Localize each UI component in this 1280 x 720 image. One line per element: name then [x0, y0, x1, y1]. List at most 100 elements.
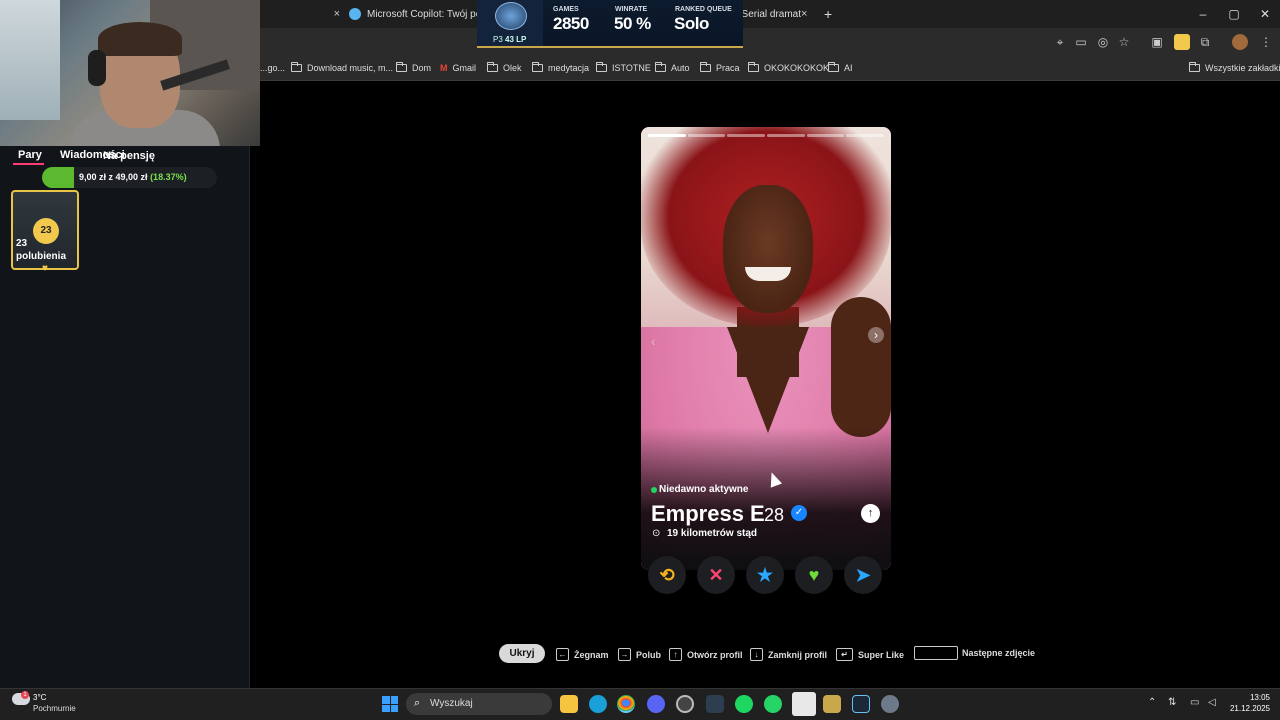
- bookmark-item[interactable]: OKOKOKOKOK: [748, 60, 829, 76]
- menu-dots-icon[interactable]: ⋮: [1258, 34, 1274, 50]
- bookmark-item[interactable]: medytacja: [532, 60, 589, 76]
- windows-start-icon[interactable]: [382, 696, 398, 712]
- extension-yellow-icon[interactable]: [1174, 34, 1190, 50]
- games-label: GAMES: [553, 6, 579, 13]
- photo-indicator-segment[interactable]: [846, 134, 884, 137]
- chevron-up-icon[interactable]: ⌃: [1148, 697, 1156, 708]
- clock-time[interactable]: 13:05: [1246, 693, 1270, 702]
- close-window-button[interactable]: ✕: [1250, 4, 1280, 24]
- like-button[interactable]: ♥: [795, 556, 833, 594]
- webcam-hair: [98, 22, 182, 56]
- hint-open-label: Otwórz profil: [687, 649, 743, 660]
- queue-label: RANKED QUEUE: [675, 6, 732, 13]
- taskbar-search[interactable]: [406, 693, 552, 715]
- tab-copilot[interactable]: Microsoft Copilot: Twój pomocnik AI: [349, 3, 477, 25]
- tab-close-serial[interactable]: ×: [801, 3, 813, 25]
- file-explorer-icon[interactable]: [560, 695, 578, 713]
- tab-close-icon[interactable]: ×: [334, 8, 340, 20]
- tab-current[interactable]: ×: [260, 3, 340, 25]
- rank-lp: P3 43 LP: [493, 35, 527, 44]
- obs-icon[interactable]: [676, 695, 694, 713]
- bookmark-item[interactable]: ISTOTNE: [596, 60, 651, 76]
- photo-indicator-segment[interactable]: [687, 134, 726, 137]
- folder-icon: [700, 62, 711, 72]
- network-icon[interactable]: ⇅: [1168, 697, 1176, 708]
- bookmark-label: ISTOTNE: [612, 63, 651, 73]
- extension-icon[interactable]: ▣: [1149, 34, 1165, 50]
- tab-serial[interactable]: Reckless - Serial dramat: [743, 3, 801, 25]
- location-icon[interactable]: ⌖: [1052, 34, 1068, 50]
- photo-gradient: [641, 427, 891, 570]
- profile-avatar-icon[interactable]: [1232, 34, 1248, 50]
- plus-icon[interactable]: +: [824, 6, 832, 22]
- bookmark-item[interactable]: Praca: [700, 60, 740, 76]
- bookmark-item[interactable]: AI: [828, 60, 853, 76]
- nope-button[interactable]: ✕: [697, 556, 735, 594]
- super-like-button[interactable]: ★: [746, 556, 784, 594]
- bookmark-label: Auto: [671, 63, 690, 73]
- hint-super-like-label: Super Like: [858, 649, 905, 660]
- whatsapp-icon[interactable]: [764, 695, 782, 713]
- editor-icon[interactable]: [706, 695, 724, 713]
- bookmark-item[interactable]: ...go...: [260, 60, 285, 76]
- verified-badge-icon: ✓: [791, 505, 807, 521]
- puzzle-icon[interactable]: ⧉: [1197, 34, 1213, 50]
- folder-icon: [532, 62, 543, 72]
- new-tab-button[interactable]: +: [824, 3, 836, 25]
- activity-status: Niedawno aktywne: [659, 484, 749, 495]
- photo-indicator-segment[interactable]: [806, 134, 845, 137]
- donation-progress-fill: [42, 167, 74, 188]
- tinder-app-icon[interactable]: [792, 692, 816, 716]
- boost-button[interactable]: ➤: [844, 556, 882, 594]
- bookmark-item[interactable]: M Gmail: [440, 60, 476, 76]
- tab-pairs[interactable]: Pary: [18, 149, 42, 161]
- headset-icon: [88, 50, 106, 86]
- settings-gear-icon[interactable]: [881, 695, 899, 713]
- hide-button[interactable]: Ukryj: [499, 644, 545, 663]
- photo-indicator-segment[interactable]: [648, 134, 686, 137]
- eye-off-icon[interactable]: ◎: [1095, 34, 1111, 50]
- tab-title: Microsoft Copilot: Twój pomocnik AI: [367, 8, 477, 20]
- bookmark-item[interactable]: Olek: [487, 60, 522, 76]
- edge-icon[interactable]: [589, 695, 607, 713]
- likes-count: 23: [16, 238, 28, 249]
- bookmark-item[interactable]: Dom: [396, 60, 431, 76]
- chrome-icon[interactable]: [617, 695, 635, 713]
- photo-indicator-segment[interactable]: [727, 134, 765, 137]
- photo-indicator-segment[interactable]: [767, 134, 805, 137]
- bookmark-label: AI: [844, 63, 853, 73]
- search-placeholder: Wyszukaj: [430, 698, 473, 709]
- tab-close-icon[interactable]: ×: [801, 8, 807, 20]
- display-icon[interactable]: ▭: [1190, 697, 1199, 708]
- winrate-label: WINRATE: [615, 6, 648, 13]
- prev-photo-icon[interactable]: ‹: [651, 333, 656, 349]
- weather-description[interactable]: Pochmurnie: [33, 704, 76, 713]
- boost-icon: ➤: [855, 565, 871, 585]
- minimize-button[interactable]: –: [1188, 4, 1218, 24]
- queue-value: Solo: [674, 14, 709, 33]
- open-profile-button[interactable]: ↑: [861, 504, 880, 523]
- bookmark-item[interactable]: Auto: [655, 60, 690, 76]
- arrow-left-key-icon: ←: [556, 648, 569, 661]
- folder-icon: [487, 62, 498, 72]
- star-bookmark-icon[interactable]: ☆: [1116, 34, 1132, 50]
- hint-super-like: ↵ Super Like: [836, 648, 904, 661]
- tab-title: Reckless - Serial dramat: [743, 8, 801, 20]
- hint-next-photo-label: Następne zdjęcie: [962, 648, 1036, 658]
- bookmark-item[interactable]: Download music, m...: [291, 60, 393, 76]
- weather-temperature[interactable]: 3°C: [33, 693, 46, 702]
- hint-like-label: Polub: [636, 649, 661, 660]
- next-photo-icon[interactable]: ›: [868, 327, 884, 343]
- cast-icon[interactable]: ▭: [1073, 34, 1089, 50]
- bookmark-label: Gmail: [452, 63, 477, 73]
- maximize-button[interactable]: ▢: [1219, 4, 1249, 24]
- all-bookmarks-button[interactable]: Wszystkie zakładki: [1189, 60, 1280, 76]
- discord-icon[interactable]: [647, 695, 665, 713]
- rewind-button[interactable]: ⟲: [648, 556, 686, 594]
- steam-icon[interactable]: [852, 695, 870, 713]
- spotify-icon[interactable]: [735, 695, 753, 713]
- speaker-icon[interactable]: ◁: [1208, 697, 1216, 708]
- clock-date[interactable]: 21.12.2025: [1228, 704, 1270, 713]
- league-icon[interactable]: [823, 695, 841, 713]
- hint-open-profile: ↑ Otwórz profil: [669, 648, 743, 661]
